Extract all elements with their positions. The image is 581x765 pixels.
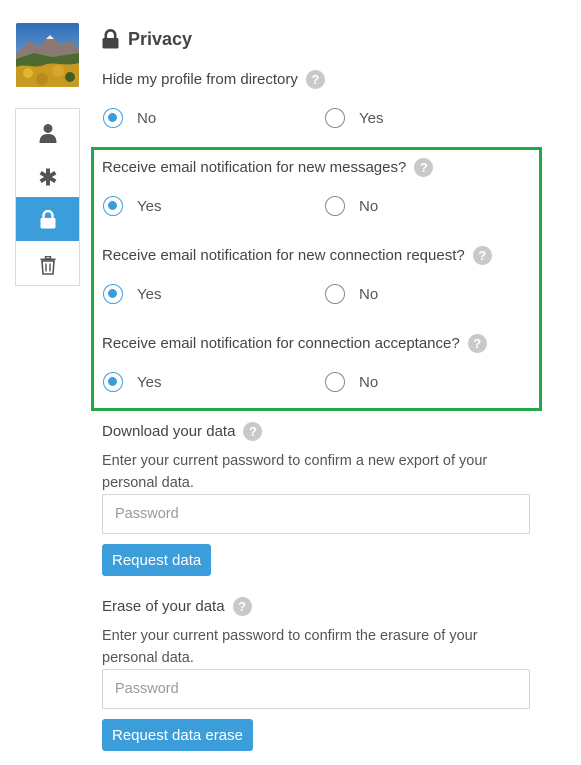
field-label-connection-request: Receive email notification for new conne… <box>102 244 492 266</box>
radio-button[interactable] <box>325 196 345 216</box>
radio-hide-profile-yes[interactable]: Yes <box>325 108 383 128</box>
lock-icon <box>102 29 119 49</box>
section-title-text: Privacy <box>128 28 193 49</box>
radio-button-checked[interactable] <box>103 108 123 128</box>
field-label-new-messages: Receive email notification for new messa… <box>102 156 434 178</box>
erase-data-heading-text: Erase of your data <box>102 597 225 615</box>
field-label-text: Receive email notification for new conne… <box>102 246 465 264</box>
radio-label: Yes <box>137 285 162 303</box>
radio-label: No <box>359 373 379 391</box>
section-title: Privacy <box>102 27 192 51</box>
radio-label: No <box>359 197 379 215</box>
request-data-button[interactable]: Request data <box>102 544 212 576</box>
download-data-description: Enter your current password to confirm a… <box>102 453 488 491</box>
account-privacy-page: Privacy Hide my profile from directory ?… <box>0 0 581 765</box>
field-label-hide-profile: Hide my profile from directory ? <box>102 68 325 90</box>
radio-button-checked[interactable] <box>103 372 123 392</box>
help-icon[interactable]: ? <box>305 69 325 89</box>
sidenav-item-privacy[interactable] <box>16 197 79 241</box>
field-label-text: Hide my profile from directory <box>102 70 298 88</box>
sidenav-item-profile[interactable] <box>16 111 79 155</box>
download-data-heading-text: Download your data <box>102 422 236 440</box>
download-data-heading: Download your data ? <box>102 420 263 442</box>
radio-connection-request-no[interactable]: No <box>325 284 378 304</box>
request-data-erase-button[interactable]: Request data erase <box>102 719 253 751</box>
help-icon[interactable]: ? <box>414 157 434 177</box>
field-label-connection-acceptance: Receive email notification for connectio… <box>102 332 487 354</box>
radio-new-messages-no[interactable]: No <box>325 196 378 216</box>
radio-new-messages-yes[interactable]: Yes <box>103 196 161 216</box>
trash-icon <box>40 255 55 275</box>
radio-label: Yes <box>137 373 162 391</box>
help-icon[interactable]: ? <box>232 596 252 616</box>
erase-data-heading: Erase of your data ? <box>102 595 252 617</box>
radio-button[interactable] <box>325 284 345 304</box>
field-label-text: Receive email notification for connectio… <box>102 334 460 352</box>
account-sidenav <box>15 108 80 286</box>
radio-button[interactable] <box>325 372 345 392</box>
erase-data-description: Enter your current password to confirm t… <box>102 628 478 666</box>
help-icon[interactable]: ? <box>467 333 487 353</box>
lock-icon <box>40 209 55 228</box>
download-password-input[interactable] <box>102 494 530 534</box>
sidenav-item-password[interactable] <box>16 155 79 199</box>
user-icon <box>39 124 56 143</box>
radio-label: No <box>359 285 379 303</box>
avatar[interactable] <box>16 23 79 87</box>
asterisk-icon <box>39 168 56 186</box>
avatar-image <box>16 23 79 87</box>
help-icon[interactable]: ? <box>472 245 492 265</box>
radio-label: Yes <box>137 197 162 215</box>
radio-hide-profile-no[interactable]: No <box>103 108 156 128</box>
radio-connection-acceptance-yes[interactable]: Yes <box>103 372 161 392</box>
help-icon[interactable]: ? <box>243 421 263 441</box>
radio-button-checked[interactable] <box>103 284 123 304</box>
field-label-text: Receive email notification for new messa… <box>102 158 407 176</box>
radio-connection-acceptance-no[interactable]: No <box>325 372 378 392</box>
erase-password-input[interactable] <box>102 669 530 709</box>
sidenav-item-delete[interactable] <box>16 243 79 287</box>
radio-button-checked[interactable] <box>103 196 123 216</box>
radio-connection-request-yes[interactable]: Yes <box>103 284 161 304</box>
radio-label: No <box>137 109 157 127</box>
radio-button[interactable] <box>325 108 345 128</box>
radio-label: Yes <box>359 109 384 127</box>
